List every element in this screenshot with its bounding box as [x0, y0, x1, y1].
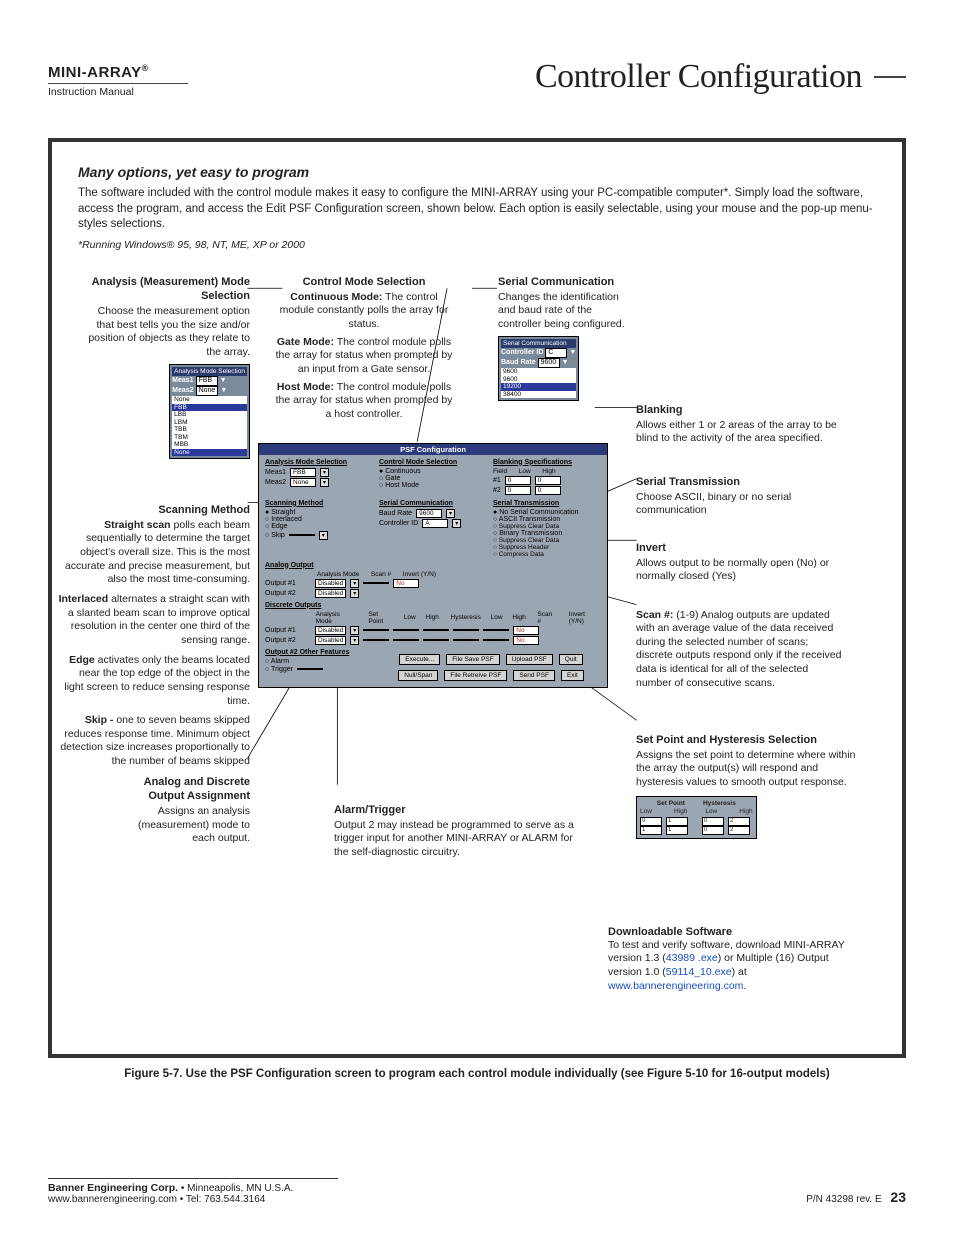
callout-scanning-method: Scanning Method Straight scan polls each… — [58, 503, 250, 769]
dropdown-icon[interactable]: ▾ — [446, 509, 455, 518]
psf-disc-out2-hy-low[interactable] — [423, 639, 449, 641]
page-footer: Banner Engineering Corp. • Minneapolis, … — [48, 1178, 906, 1205]
psf-btn-null-span[interactable]: Null/Span — [398, 670, 438, 681]
figure-frame: Many options, yet easy to program The so… — [48, 138, 906, 1058]
psf-meas1-select[interactable]: FBB — [290, 468, 316, 477]
psf-disc-out2-mode[interactable]: Disabled — [315, 636, 346, 645]
download-link-2[interactable]: 59114_10.exe — [666, 966, 732, 978]
download-link-1[interactable]: 43989 .exe — [666, 952, 718, 964]
callout-invert: Invert Allows output to be normally open… — [636, 541, 846, 585]
serial-comm-popup: Serial Communication Controller IDC▼ Bau… — [498, 336, 579, 401]
footer-company: Banner Engineering Corp. — [48, 1182, 178, 1194]
psf-titlebar: PSF Configuration — [259, 444, 607, 455]
psf-radio-trigger[interactable]: Trigger — [265, 666, 293, 673]
dropdown-icon[interactable]: ▾ — [350, 626, 359, 635]
psf-btn-exit[interactable]: Exit — [561, 670, 584, 681]
brand-name: MINI-ARRAY® — [48, 63, 188, 81]
psf-radio-skip[interactable]: Skip — [265, 532, 285, 539]
psf-trigger-field[interactable] — [297, 668, 323, 670]
psf-disc-out2-scan[interactable] — [483, 639, 509, 641]
psf-btn-send[interactable]: Send PSF — [513, 670, 555, 681]
psf-meas2-select[interactable]: None — [290, 478, 316, 487]
psf-radio-edge[interactable]: Edge — [265, 523, 373, 530]
dropdown-icon[interactable]: ▾ — [350, 589, 359, 598]
header-rule — [874, 76, 906, 78]
psf-disc-out2-invert[interactable]: No — [513, 636, 539, 645]
intro-heading: Many options, yet easy to program — [78, 164, 876, 180]
psf-disc-out1-mode[interactable]: Disabled — [315, 626, 346, 635]
callout-alarm-trigger: Alarm/Trigger Output 2 may instead be pr… — [334, 803, 584, 860]
setpoint-popup: Set PointHysteresis LowHigh LowHigh 01 0… — [636, 796, 757, 839]
download-link-site[interactable]: www.bannerengineering.com — [608, 980, 743, 992]
psf-disc-out1-sp-high[interactable] — [393, 629, 419, 631]
psf-radio-interlaced[interactable]: Interlaced — [265, 516, 373, 523]
psf-radio-suppress1[interactable]: Suppress Clear Data — [493, 523, 601, 530]
psf-radio-no-serial[interactable]: No Serial Communication — [493, 509, 601, 516]
callout-downloadable-software: Downloadable Software To test and verify… — [608, 925, 848, 994]
psf-btn-execute[interactable]: Execute... — [399, 654, 440, 665]
psf-radio-gate[interactable]: Gate — [379, 475, 487, 482]
page-number: 23 — [890, 1189, 906, 1205]
psf-radio-continuous[interactable]: Continuous — [379, 468, 487, 475]
intro-body: The software included with the control m… — [78, 186, 876, 233]
callout-blanking: Blanking Allows either 1 or 2 areas of t… — [636, 403, 846, 447]
callout-serial-transmission: Serial Transmission Choose ASCII, binary… — [636, 475, 846, 519]
intro-footnote: *Running Windows® 95, 98, NT, ME, XP or … — [78, 239, 876, 251]
page-header: MINI-ARRAY® Instruction Manual Controlle… — [48, 58, 906, 98]
psf-analog-out1-scan[interactable] — [363, 582, 389, 584]
registered-mark: ® — [142, 63, 149, 73]
manual-subtitle: Instruction Manual — [48, 83, 188, 98]
psf-blank2-low[interactable]: 0 — [505, 486, 531, 495]
dropdown-icon[interactable]: ▾ — [350, 579, 359, 588]
footer-contact: www.bannerengineering.com • Tel: 763.544… — [48, 1194, 265, 1205]
callout-serial-comm: Serial Communication Changes the identif… — [498, 275, 628, 402]
psf-skip-field[interactable] — [289, 534, 315, 536]
analysis-mode-popup: Analysis Mode Selection Meas1FBB▼ Meas2N… — [169, 364, 250, 459]
callout-scan-number: Scan #: (1-9) Analog outputs are updated… — [636, 609, 846, 691]
footer-location: • Minneapolis, MN U.S.A. — [178, 1183, 293, 1194]
psf-radio-suppress-header[interactable]: Suppress Header — [493, 544, 601, 551]
psf-analog-out1-mode[interactable]: Disabled — [315, 579, 346, 588]
psf-analog-out1-invert[interactable]: No — [393, 579, 419, 588]
callout-analog-discrete: Analog and Discrete Output Assignment As… — [118, 775, 250, 847]
section-title: Controller Configuration — [535, 58, 862, 96]
psf-radio-host[interactable]: Host Mode — [379, 482, 487, 489]
psf-btn-retrieve[interactable]: File Retreive PSF — [444, 670, 507, 681]
psf-radio-alarm[interactable]: Alarm — [265, 658, 375, 665]
psf-disc-out1-scan[interactable] — [483, 629, 509, 631]
callout-control-mode: Control Mode Selection Continuous Mode: … — [274, 275, 454, 422]
psf-radio-binary[interactable]: Binary Transmission — [493, 530, 601, 537]
psf-btn-quit[interactable]: Quit — [559, 654, 583, 665]
psf-btn-upload[interactable]: Upload PSF — [506, 654, 553, 665]
psf-disc-out1-hy-high[interactable] — [453, 629, 479, 631]
psf-disc-out2-sp-high[interactable] — [393, 639, 419, 641]
psf-blank2-high[interactable]: 0 — [535, 486, 561, 495]
psf-radio-compress[interactable]: Compress Data — [493, 551, 601, 558]
callout-setpoint-hysteresis: Set Point and Hysteresis Selection Assig… — [636, 733, 856, 839]
footer-part-number: P/N 43298 rev. E — [806, 1194, 881, 1205]
dropdown-icon[interactable]: ▾ — [452, 519, 461, 528]
psf-controller-id[interactable]: A — [422, 519, 448, 528]
psf-disc-out1-hy-low[interactable] — [423, 629, 449, 631]
figure-caption: Figure 5-7. Use the PSF Configuration sc… — [48, 1068, 906, 1080]
callout-analysis-mode: Analysis (Measurement) Mode Selection Ch… — [78, 275, 250, 459]
psf-config-window: PSF Configuration Analysis Mode Selectio… — [258, 443, 608, 688]
psf-radio-suppress2[interactable]: Suppress Clear Data — [493, 537, 601, 544]
psf-blank1-low[interactable]: 0 — [505, 476, 531, 485]
psf-radio-ascii[interactable]: ASCII Transmission — [493, 516, 601, 523]
psf-btn-save[interactable]: File Save PSF — [446, 654, 500, 665]
dropdown-icon[interactable]: ▾ — [319, 531, 328, 540]
psf-blank1-high[interactable]: 0 — [535, 476, 561, 485]
psf-disc-out1-invert[interactable]: No — [513, 626, 539, 635]
psf-disc-out1-sp-low[interactable] — [363, 629, 389, 631]
dropdown-icon[interactable]: ▾ — [320, 468, 329, 477]
dropdown-icon[interactable]: ▾ — [350, 636, 359, 645]
psf-baud-select[interactable]: 9600 — [416, 509, 442, 518]
psf-radio-straight[interactable]: Straight — [265, 509, 373, 516]
psf-disc-out2-sp-low[interactable] — [363, 639, 389, 641]
psf-disc-out2-hy-high[interactable] — [453, 639, 479, 641]
psf-analog-out2-mode[interactable]: Disabled — [315, 589, 346, 598]
dropdown-icon[interactable]: ▾ — [320, 478, 329, 487]
